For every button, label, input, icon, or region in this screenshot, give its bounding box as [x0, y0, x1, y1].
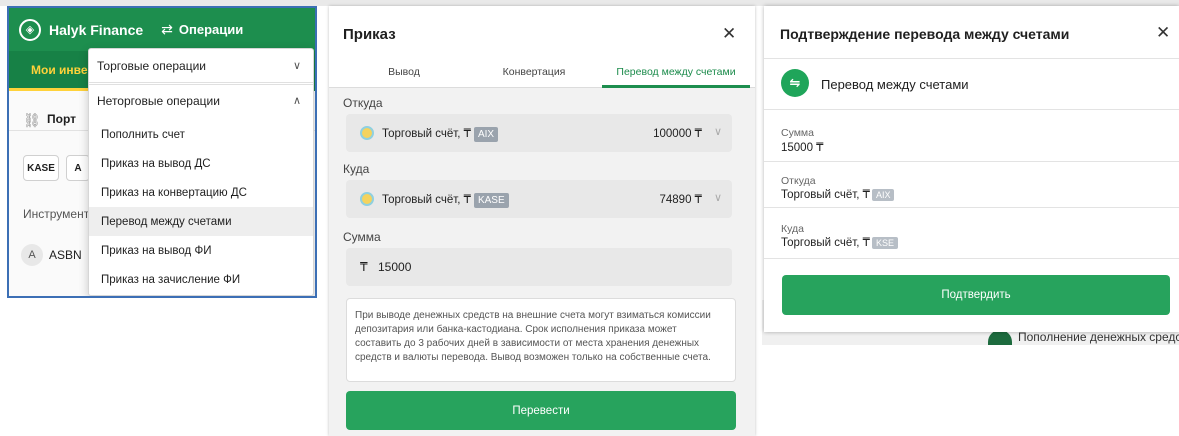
tab-transfer[interactable]: Перевод между счетами [602, 66, 750, 78]
confirm-button[interactable]: Подтвердить [782, 275, 1170, 315]
confirm-to-label: Куда [781, 223, 804, 235]
close-icon[interactable]: ✕ [1156, 23, 1170, 43]
operations-menu[interactable]: Операции [179, 22, 243, 37]
confirm-dialog: Подтверждение перевода между счетами ✕ ⇋… [764, 6, 1179, 332]
chip-a[interactable]: A [66, 155, 90, 181]
instruments-label: Инструмент [23, 207, 90, 221]
from-label: Откуда [343, 96, 383, 110]
sum-label: Сумма [343, 230, 381, 244]
sum-input[interactable]: ₸ 15000 [346, 248, 732, 286]
notice-line: При выводе денежных средств на внешние с… [355, 310, 711, 321]
confirm-sum-label: Сумма [781, 127, 814, 139]
from-account-select[interactable]: Торговый счёт, ₸ AIX 100000 ₸ ∨ [346, 114, 732, 152]
menu-item-top-up[interactable]: Пополнить счет [89, 120, 313, 149]
notice-line: составить до 3 рабочих дней в зависимост… [355, 338, 700, 349]
to-account-name: Торговый счёт, ₸ KASE [382, 192, 509, 208]
coin-icon [360, 192, 374, 206]
menu-item-convert-cash[interactable]: Приказ на конвертацию ДС [89, 178, 313, 207]
confirm-from-label: Откуда [781, 175, 816, 187]
menu-item-withdraw-instruments[interactable]: Приказ на вывод ФИ [89, 236, 313, 265]
withdrawal-notice: При выводе денежных средств на внешние с… [346, 298, 736, 382]
transfer-button[interactable]: Перевести [346, 391, 736, 430]
tab-conversion[interactable]: Конвертация [489, 66, 579, 78]
instrument-name[interactable]: ASBN [49, 248, 82, 262]
confirm-to-value: Торговый счёт, ₸ KSE [781, 235, 898, 249]
confirm-dialog-title: Подтверждение перевода между счетами [780, 26, 1070, 42]
app-header: ◈ Halyk Finance ⇄ Операции [9, 8, 315, 51]
divider [764, 207, 1179, 208]
divider [764, 58, 1179, 59]
confirm-from-value: Торговый счёт, ₸ AIX [781, 187, 895, 201]
order-dialog-title: Приказ [343, 26, 396, 43]
confirm-subtitle: Перевод между счетами [821, 77, 969, 92]
chevron-down-icon: ∨ [713, 192, 722, 204]
order-form: Откуда Торговый счёт, ₸ AIX 100000 ₸ ∨ Ку… [329, 88, 755, 436]
confirm-sum-value: 15000 ₸ [781, 142, 824, 154]
menu-item-transfer-between-accounts[interactable]: Перевод между счетами [89, 207, 313, 236]
swap-arrows-icon[interactable]: ⇄ [161, 21, 173, 38]
account-tag-aix: AIX [871, 189, 895, 201]
account-tag-aix: AIX [473, 127, 499, 142]
account-tag-kase: KASE [473, 193, 509, 208]
close-icon[interactable]: ✕ [722, 24, 736, 44]
notice-line: средств и валюты перевода. Вывод возможе… [355, 352, 711, 363]
order-dialog: Приказ ✕ Вывод Конвертация Перевод между… [329, 6, 755, 436]
operations-dropdown: Торговые операции ∨ Неторговые операции … [88, 48, 314, 296]
halyk-logo-icon: ◈ [19, 18, 41, 41]
background-text: Пополнение денежных средс [1018, 330, 1179, 344]
menu-item-withdraw-cash[interactable]: Приказ на вывод ДС [89, 149, 313, 178]
trade-operations-group[interactable]: Торговые операции ∨ [89, 49, 313, 83]
from-balance: 100000 ₸ [653, 128, 702, 140]
brand-name: Halyk Finance [49, 21, 144, 38]
chip-kase[interactable]: KASE [23, 155, 59, 181]
to-account-select[interactable]: Торговый счёт, ₸ KASE 74890 ₸ ∨ [346, 180, 732, 218]
portfolio-label[interactable]: Порт [47, 112, 76, 126]
currency-symbol: ₸ [360, 260, 368, 274]
tab-my-investments[interactable]: Мои инве [31, 63, 88, 77]
to-balance: 74890 ₸ [659, 194, 703, 206]
chevron-down-icon: ∨ [713, 126, 722, 138]
divider [764, 109, 1179, 110]
account-tag-kse: KSE [871, 237, 898, 249]
sum-value: 15000 [378, 260, 412, 274]
trade-operations-label: Торговые операции [97, 58, 207, 73]
background-icon [988, 330, 1012, 345]
instrument-avatar: A [21, 244, 43, 266]
chevron-down-icon: ∨ [292, 60, 301, 72]
from-account-name: Торговый счёт, ₸ AIX [382, 126, 499, 142]
menu-item-credit-instruments[interactable]: Приказ на зачисление ФИ [89, 265, 313, 294]
transfer-icon: ⇋ [781, 69, 809, 97]
coin-icon [360, 126, 374, 140]
to-label: Куда [343, 162, 370, 176]
notice-line: депозитария или банка-кастодиана. Срок и… [355, 324, 677, 335]
link-icon[interactable]: ⛓ [23, 112, 41, 129]
divider [764, 161, 1179, 162]
order-tabs: Вывод Конвертация Перевод между счетами [329, 58, 755, 88]
tab-withdraw[interactable]: Вывод [369, 66, 439, 78]
main-app-panel: ◈ Halyk Finance ⇄ Операции Мои инве ⛓ По… [7, 6, 317, 298]
divider [764, 258, 1179, 259]
